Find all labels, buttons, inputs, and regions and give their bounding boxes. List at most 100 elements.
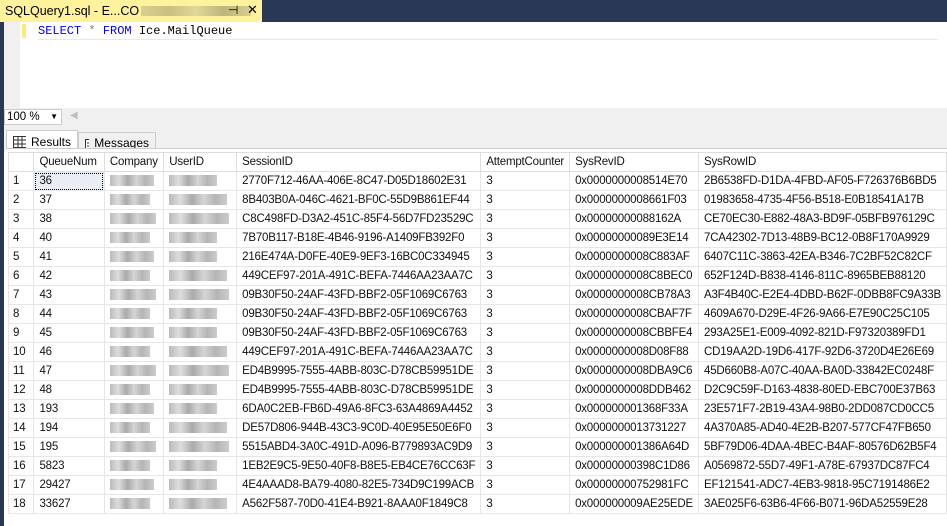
- cell-userid[interactable]: [163, 285, 238, 305]
- cell-sysrowid[interactable]: 6407C11C-3863-42EA-B346-7C2BF52C82CF: [698, 247, 947, 267]
- cell-attemptcounter[interactable]: 3: [480, 285, 571, 305]
- cell-sysrevid[interactable]: 0x00000000752981FC: [569, 475, 699, 495]
- cell-attemptcounter[interactable]: 3: [480, 209, 571, 229]
- cell-userid[interactable]: [163, 323, 238, 343]
- cell-attemptcounter[interactable]: 3: [480, 190, 571, 210]
- cell-queuenum[interactable]: 44: [33, 304, 105, 324]
- cell-queuenum[interactable]: 48: [33, 380, 105, 400]
- cell-sysrevid[interactable]: 0x0000000008661F03: [569, 190, 699, 210]
- row-number[interactable]: 18: [7, 494, 35, 514]
- column-header[interactable]: [7, 152, 35, 172]
- cell-queuenum[interactable]: 36: [33, 171, 105, 191]
- cell-queuenum[interactable]: 5823: [33, 456, 105, 476]
- cell-sessionid[interactable]: C8C498FD-D3A2-451C-85F4-56D7FD23529C: [236, 209, 482, 229]
- cell-sessionid[interactable]: DE57D806-944B-43C3-9C0D-40E95E50E6F0: [236, 418, 482, 438]
- cell-sysrevid[interactable]: 0x00000000089E3E14: [569, 228, 699, 248]
- cell-sysrowid[interactable]: 652F124D-B838-4146-811C-8965BEB88120: [698, 266, 947, 286]
- cell-sysrowid[interactable]: 23E571F7-2B19-43A4-98B0-2DD087CD0CC5: [698, 399, 947, 419]
- cell-company[interactable]: [103, 437, 165, 457]
- cell-userid[interactable]: [163, 171, 238, 191]
- row-number[interactable]: 4: [7, 228, 35, 248]
- cell-sessionid[interactable]: 5515ABD4-3A0C-491D-A096-B779893AC9D9: [236, 437, 482, 457]
- cell-company[interactable]: [103, 418, 165, 438]
- cell-sysrowid[interactable]: 2B6538FD-D1DA-4FBD-AF05-F726376B6BD5: [698, 171, 947, 191]
- row-number[interactable]: 13: [7, 399, 35, 419]
- row-number[interactable]: 5: [7, 247, 35, 267]
- cell-sysrevid[interactable]: 0x00000000398C1D86: [569, 456, 699, 476]
- cell-sysrevid[interactable]: 0x0000000008CBAF7F: [569, 304, 699, 324]
- row-number[interactable]: 8: [7, 304, 35, 324]
- cell-sessionid[interactable]: A562F587-70D0-41E4-B921-8AAA0F1849C8: [236, 494, 482, 514]
- cell-attemptcounter[interactable]: 3: [480, 475, 571, 495]
- cell-attemptcounter[interactable]: 3: [480, 456, 571, 476]
- cell-sysrevid[interactable]: 0x0000000013731227: [569, 418, 699, 438]
- cell-company[interactable]: [103, 247, 165, 267]
- cell-sysrowid[interactable]: 45D660B8-A07C-40AA-BA0D-33842EC0248F: [698, 361, 947, 381]
- cell-sysrevid[interactable]: 0x0000000008D08F88: [569, 342, 699, 362]
- cell-sessionid[interactable]: 6DA0C2EB-FB6D-49A6-8FC3-63A4869A4452: [236, 399, 482, 419]
- cell-userid[interactable]: [163, 437, 238, 457]
- query-editor[interactable]: SELECT * FROM Ice.MailQueue: [38, 24, 938, 40]
- cell-queuenum[interactable]: 194: [33, 418, 105, 438]
- cell-company[interactable]: [103, 228, 165, 248]
- column-header[interactable]: SessionID: [236, 152, 482, 172]
- cell-sessionid[interactable]: 449CEF97-201A-491C-BEFA-7446AA23AA7C: [236, 342, 482, 362]
- cell-userid[interactable]: [163, 418, 238, 438]
- cell-company[interactable]: [103, 209, 165, 229]
- cell-sysrowid[interactable]: 3AE025F6-63B6-4F66-B071-96DA52559E28: [698, 494, 947, 514]
- cell-company[interactable]: [103, 380, 165, 400]
- cell-company[interactable]: [103, 475, 165, 495]
- cell-userid[interactable]: [163, 247, 238, 267]
- row-number[interactable]: 3: [7, 209, 35, 229]
- cell-company[interactable]: [103, 323, 165, 343]
- cell-sysrevid[interactable]: 0x0000000008CB78A3: [569, 285, 699, 305]
- cell-sysrowid[interactable]: 4A370A85-AD40-4E2B-B207-577CF47FB650: [698, 418, 947, 438]
- cell-userid[interactable]: [163, 228, 238, 248]
- column-header[interactable]: AttemptCounter: [480, 152, 571, 172]
- row-number[interactable]: 11: [7, 361, 35, 381]
- cell-userid[interactable]: [163, 361, 238, 381]
- cell-sysrevid[interactable]: 0x000000009AE25EDE: [569, 494, 699, 514]
- cell-queuenum[interactable]: 43: [33, 285, 105, 305]
- cell-userid[interactable]: [163, 342, 238, 362]
- cell-sysrevid[interactable]: 0x0000000008DBA9C6: [569, 361, 699, 381]
- cell-attemptcounter[interactable]: 3: [480, 437, 571, 457]
- cell-sessionid[interactable]: 7B70B117-B18E-4B46-9196-A1409FB392F0: [236, 228, 482, 248]
- cell-sysrevid[interactable]: 0x0000000008C883AF: [569, 247, 699, 267]
- cell-userid[interactable]: [163, 266, 238, 286]
- cell-queuenum[interactable]: 42: [33, 266, 105, 286]
- column-header[interactable]: UserID: [163, 152, 238, 172]
- row-number[interactable]: 9: [7, 323, 35, 343]
- row-number[interactable]: 16: [7, 456, 35, 476]
- cell-userid[interactable]: [163, 304, 238, 324]
- cell-sessionid[interactable]: ED4B9995-7555-4ABB-803C-D78CB59951DE: [236, 361, 482, 381]
- cell-sysrevid[interactable]: 0x00000000088162A: [569, 209, 699, 229]
- cell-sysrowid[interactable]: D2C9C59F-D163-4838-80ED-EBC700E37B63: [698, 380, 947, 400]
- cell-company[interactable]: [103, 399, 165, 419]
- cell-attemptcounter[interactable]: 3: [480, 380, 571, 400]
- cell-company[interactable]: [103, 304, 165, 324]
- cell-sysrevid[interactable]: 0x000000001386A64D: [569, 437, 699, 457]
- cell-company[interactable]: [103, 285, 165, 305]
- cell-sysrowid[interactable]: 4609A670-D29E-4F26-9A66-E7E90C25C105: [698, 304, 947, 324]
- cell-sessionid[interactable]: ED4B9995-7555-4ABB-803C-D78CB59951DE: [236, 380, 482, 400]
- cell-sessionid[interactable]: 449CEF97-201A-491C-BEFA-7446AA23AA7C: [236, 266, 482, 286]
- cell-queuenum[interactable]: 38: [33, 209, 105, 229]
- cell-sysrevid[interactable]: 0x0000000008C8BEC0: [569, 266, 699, 286]
- cell-attemptcounter[interactable]: 3: [480, 247, 571, 267]
- cell-userid[interactable]: [163, 209, 238, 229]
- cell-attemptcounter[interactable]: 3: [480, 323, 571, 343]
- cell-attemptcounter[interactable]: 3: [480, 361, 571, 381]
- cell-userid[interactable]: [163, 456, 238, 476]
- cell-sysrevid[interactable]: 0x000000001368F33A: [569, 399, 699, 419]
- cell-attemptcounter[interactable]: 3: [480, 228, 571, 248]
- cell-queuenum[interactable]: 29427: [33, 475, 105, 495]
- document-tab[interactable]: SQLQuery1.sql - E...CO ⊣ ✕: [0, 0, 262, 22]
- cell-sysrevid[interactable]: 0x0000000008DDB462: [569, 380, 699, 400]
- cell-queuenum[interactable]: 45: [33, 323, 105, 343]
- cell-attemptcounter[interactable]: 3: [480, 399, 571, 419]
- cell-sysrowid[interactable]: 293A25E1-E009-4092-821D-F97320389FD1: [698, 323, 947, 343]
- cell-sysrowid[interactable]: CD19AA2D-19D6-417F-92D6-3720D4E26E69: [698, 342, 947, 362]
- cell-company[interactable]: [103, 266, 165, 286]
- cell-sessionid[interactable]: 1EB2E9C5-9E50-40F8-B8E5-EB4CE76CC63F: [236, 456, 482, 476]
